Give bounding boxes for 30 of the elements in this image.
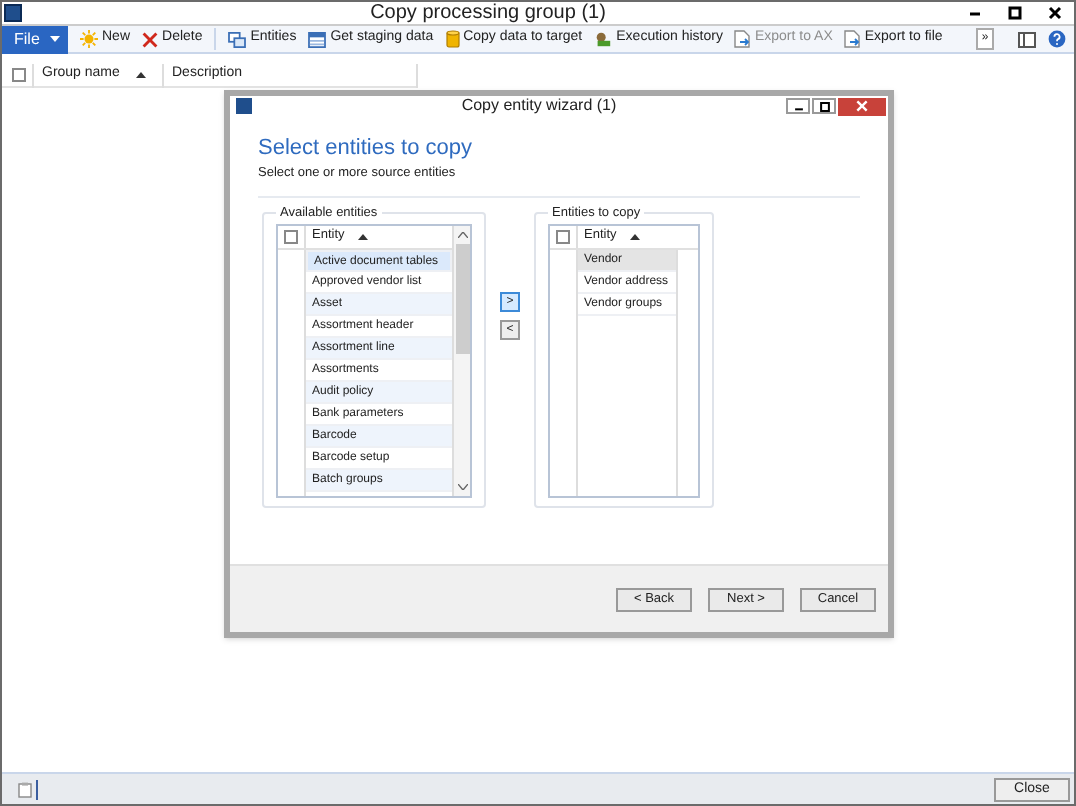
table-icon xyxy=(308,31,327,47)
app-icon xyxy=(236,98,252,114)
sort-ascending-icon xyxy=(358,233,369,239)
sun-icon xyxy=(80,30,98,48)
scroll-up-icon[interactable] xyxy=(457,231,467,237)
file-menu-button[interactable]: File xyxy=(2,25,68,53)
database-icon xyxy=(445,30,460,48)
window-title: Copy processing group (1) xyxy=(368,1,608,25)
wizard-heading: Select entities to copy xyxy=(258,136,475,160)
select-all-checkbox[interactable] xyxy=(284,229,298,243)
windows-icon xyxy=(228,31,247,47)
help-icon[interactable] xyxy=(1048,30,1066,48)
select-all-checkbox[interactable] xyxy=(556,229,570,243)
dialog-title: Copy entity wizard (1) xyxy=(459,94,619,118)
restore-icon xyxy=(1005,4,1023,22)
minimize-button[interactable] xyxy=(786,98,810,114)
clipboard-icon xyxy=(18,781,32,797)
scroll-down-icon[interactable] xyxy=(457,483,467,489)
panel-icon[interactable] xyxy=(1018,31,1036,47)
app-icon xyxy=(4,4,22,22)
maximize-button[interactable] xyxy=(812,98,836,114)
scroll-thumb[interactable] xyxy=(455,243,469,353)
caret-icon xyxy=(49,36,60,42)
sort-ascending-icon xyxy=(630,233,641,239)
cross-icon xyxy=(142,31,159,47)
close-icon xyxy=(1045,4,1063,22)
maximize-icon xyxy=(817,99,831,113)
scrollbar[interactable] xyxy=(452,225,470,495)
sort-ascending-icon xyxy=(135,72,146,78)
select-all-checkbox[interactable] xyxy=(12,68,26,82)
